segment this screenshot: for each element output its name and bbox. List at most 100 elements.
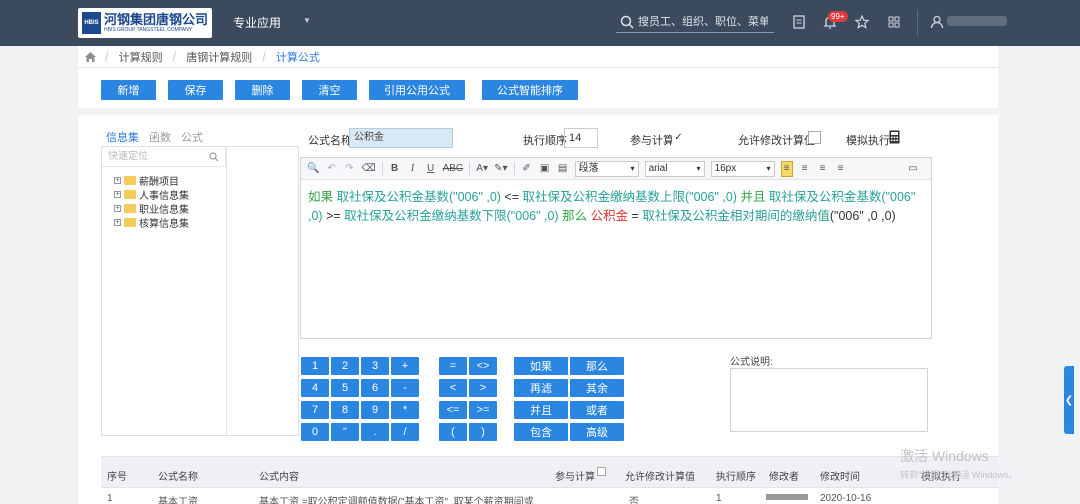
search-input[interactable]: [638, 15, 768, 28]
operator-key[interactable]: >=: [469, 401, 497, 419]
italic-icon[interactable]: I: [407, 161, 419, 177]
tree-search[interactable]: [102, 147, 226, 167]
breadcrumb-tangsteel-rules[interactable]: 唐钢计算规则: [176, 49, 262, 65]
strikethrough-icon[interactable]: ABC: [443, 161, 464, 177]
tree-search-input[interactable]: [102, 147, 198, 165]
pen-icon[interactable]: ✐: [521, 161, 533, 177]
undo-icon[interactable]: ↶: [325, 161, 337, 177]
logic-key[interactable]: 或者: [570, 401, 624, 419]
calculator-icon[interactable]: [889, 130, 900, 144]
number-key[interactable]: 7: [301, 401, 329, 419]
align-right-icon[interactable]: ≡: [817, 161, 829, 177]
formula-name-input[interactable]: 公积金: [349, 128, 453, 148]
expand-icon[interactable]: +: [114, 191, 121, 198]
align-left-icon[interactable]: ≡: [780, 160, 793, 177]
expand-icon[interactable]: +: [114, 177, 121, 184]
home-icon[interactable]: [84, 51, 97, 63]
redo-icon[interactable]: ↷: [343, 161, 355, 177]
logic-key[interactable]: 其余: [570, 379, 624, 397]
participate-checkbox[interactable]: ✓: [672, 131, 685, 144]
tab-info-set[interactable]: 信息集: [106, 129, 139, 145]
table-row[interactable]: 1 基本工资 基本工资 =取公积定调额值数据("基本工资" ,取某个薪资期间或 …: [101, 488, 998, 504]
formula-token: ("006" ,0 ,0): [829, 209, 896, 223]
number-key[interactable]: 6: [361, 379, 389, 397]
user-icon[interactable]: [929, 14, 945, 30]
operator-key[interactable]: ): [469, 423, 497, 441]
operator-key[interactable]: <: [439, 379, 467, 397]
tab-formulas[interactable]: 公式: [181, 129, 203, 145]
company-logo[interactable]: HBIS 河钢集团唐钢公司 HBIS GROUP TANGSTEEL COMPA…: [78, 8, 212, 38]
number-key[interactable]: 4: [301, 379, 329, 397]
tree-item-personnel[interactable]: + 人事信息集: [114, 187, 189, 202]
paragraph-select[interactable]: 段落: [574, 160, 639, 177]
logic-key[interactable]: 高级: [570, 423, 624, 441]
number-key[interactable]: 1: [301, 357, 329, 375]
highlight-color-icon[interactable]: ✎▾: [494, 161, 507, 177]
global-search[interactable]: [616, 11, 774, 33]
operator-key[interactable]: =: [439, 357, 467, 375]
col-allow-edit: 允许修改计算值: [625, 472, 695, 483]
operator-key[interactable]: <=: [439, 401, 467, 419]
number-key[interactable]: +: [391, 357, 419, 375]
font-size-select[interactable]: 16px: [710, 160, 775, 177]
underline-icon[interactable]: U: [425, 161, 437, 177]
eraser-icon[interactable]: ⌫: [361, 161, 375, 177]
paste-icon[interactable]: ▤: [557, 161, 569, 177]
number-key[interactable]: 5: [331, 379, 359, 397]
order-input[interactable]: 14: [564, 128, 598, 148]
font-color-icon[interactable]: A▾: [476, 161, 488, 177]
number-key[interactable]: .: [361, 423, 389, 441]
tree-item-salary[interactable]: + 薪酬项目: [114, 173, 179, 188]
align-center-icon[interactable]: ≡: [799, 161, 811, 177]
formula-description-input[interactable]: [730, 368, 928, 432]
allow-edit-checkbox[interactable]: [808, 131, 821, 144]
operator-key[interactable]: (: [439, 423, 467, 441]
side-panel-toggle[interactable]: ❮: [1064, 366, 1074, 434]
logic-key[interactable]: 再滤: [514, 379, 568, 397]
chevron-down-icon[interactable]: ▼: [303, 16, 311, 25]
tree-item-career[interactable]: + 职业信息集: [114, 201, 189, 216]
apps-grid-icon[interactable]: [886, 14, 902, 30]
add-button[interactable]: 新增: [101, 80, 156, 100]
search-replace-icon[interactable]: 🔍: [307, 161, 319, 177]
delete-button[interactable]: 删除: [235, 80, 290, 100]
tab-functions[interactable]: 函数: [149, 129, 171, 145]
align-justify-icon[interactable]: ≡: [835, 161, 847, 177]
select-all-checkbox[interactable]: [597, 467, 606, 476]
bold-icon[interactable]: B: [389, 161, 401, 177]
save-button[interactable]: 保存: [168, 80, 223, 100]
info-tree-panel: + 薪酬项目 + 人事信息集 + 职业信息集 + 核算信息集: [101, 146, 299, 436]
text-box-icon[interactable]: ▣: [539, 161, 551, 177]
star-icon[interactable]: [854, 14, 870, 30]
logic-key[interactable]: 那么: [570, 357, 624, 375]
logic-key[interactable]: 并且: [514, 401, 568, 419]
smart-sort-button[interactable]: 公式智能排序: [482, 80, 578, 100]
user-name-blurred[interactable]: [947, 16, 1007, 26]
clear-button[interactable]: 清空: [302, 80, 357, 100]
number-key[interactable]: 2: [331, 357, 359, 375]
number-key[interactable]: ": [331, 423, 359, 441]
logic-key[interactable]: 如果: [514, 357, 568, 375]
font-family-select[interactable]: arial: [644, 160, 705, 177]
number-key[interactable]: *: [391, 401, 419, 419]
formula-editor[interactable]: 🔍 ↶ ↷ ⌫ B I U ABC A▾ ✎▾ ✐ ▣ ▤ 段落 arial 1…: [300, 157, 932, 339]
number-key[interactable]: 9: [361, 401, 389, 419]
number-key[interactable]: 0: [301, 423, 329, 441]
document-icon[interactable]: [791, 14, 807, 30]
expand-icon[interactable]: +: [114, 219, 121, 226]
logic-key[interactable]: 包含: [514, 423, 568, 441]
tree-item-accounting[interactable]: + 核算信息集: [114, 215, 189, 230]
breadcrumb-calc-rules[interactable]: 计算规则: [109, 49, 173, 65]
cite-public-formula-button[interactable]: 引用公用公式: [369, 80, 465, 100]
top-menu-professional[interactable]: 专业应用: [233, 14, 281, 31]
number-key[interactable]: /: [391, 423, 419, 441]
breadcrumb-formula[interactable]: 计算公式: [266, 49, 330, 65]
formula-content[interactable]: 如果 取社保及公积金基数("006" ,0) <= 取社保及公积金缴纳基数上限(…: [301, 180, 931, 234]
operator-key[interactable]: <>: [469, 357, 497, 375]
number-key[interactable]: 8: [331, 401, 359, 419]
number-key[interactable]: 3: [361, 357, 389, 375]
expand-icon[interactable]: +: [114, 205, 121, 212]
number-key[interactable]: -: [391, 379, 419, 397]
fullscreen-icon[interactable]: ▭: [907, 161, 919, 177]
operator-key[interactable]: >: [469, 379, 497, 397]
